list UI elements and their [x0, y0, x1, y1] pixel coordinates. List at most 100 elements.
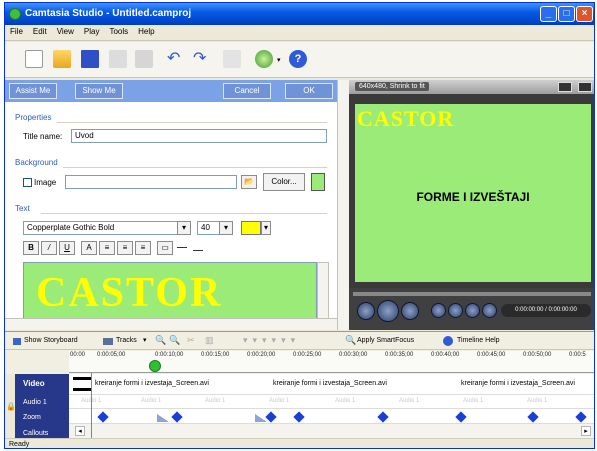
undock-icon[interactable] — [578, 82, 592, 92]
bold-icon[interactable]: B — [23, 241, 39, 255]
font-style-icon[interactable]: A — [81, 241, 97, 255]
produce-icon[interactable] — [135, 50, 153, 68]
zoom-in-icon[interactable]: 🔍 — [155, 335, 166, 346]
undo-icon[interactable]: ↶ — [167, 50, 185, 68]
import-icon[interactable] — [109, 50, 127, 68]
assist-me-button[interactable]: Assist Me — [9, 83, 57, 99]
audio-clip-label[interactable]: Audio 1 — [205, 398, 225, 404]
browse-folder-icon[interactable]: 📂 — [241, 175, 257, 189]
scroll-left-icon[interactable]: ◂ — [75, 426, 85, 436]
menu-help[interactable]: Help — [133, 25, 159, 38]
chevron-down-icon[interactable]: ▾ — [177, 221, 191, 235]
fast-forward-icon[interactable] — [465, 303, 480, 318]
audio-clip-label[interactable]: Audio 1 — [527, 398, 547, 404]
title-text-editor[interactable]: CASTOR — [23, 262, 317, 324]
border-icon[interactable]: ▭ — [157, 241, 173, 255]
rewind-icon[interactable] — [448, 303, 463, 318]
zoom-keyframe[interactable] — [575, 411, 587, 423]
track-label-callouts[interactable]: Callouts — [23, 430, 48, 437]
zoom-keyframe[interactable] — [377, 411, 389, 423]
redo-icon[interactable]: ↷ — [193, 50, 211, 68]
panel-vertical-scrollbar[interactable] — [337, 80, 349, 330]
audio-clip-label[interactable]: Audio 1 — [141, 398, 161, 404]
chevron-down-icon[interactable]: ▾ — [261, 221, 271, 235]
record-icon[interactable] — [255, 50, 273, 68]
panel-horizontal-scrollbar[interactable] — [5, 318, 345, 330]
zoom-keyframe[interactable] — [265, 411, 277, 423]
apply-smartfocus-button[interactable]: Apply SmartFocus — [357, 337, 414, 344]
save-icon[interactable] — [81, 50, 99, 68]
video-clip[interactable]: kreiranje formi i izvestaja_Screen.avi — [461, 380, 575, 387]
resolution-label[interactable]: 640x480, Shrink to fit — [355, 82, 429, 91]
record-button-icon[interactable] — [357, 302, 375, 320]
main-toolbar: ↶ ↷ ▾ ? — [5, 42, 594, 78]
record-dropdown-icon[interactable]: ▾ — [277, 56, 281, 64]
ok-button[interactable]: OK — [285, 83, 333, 99]
show-me-button[interactable]: Show Me — [75, 83, 123, 99]
chevron-down-icon[interactable]: ▾ — [143, 336, 147, 344]
align-center-icon[interactable]: ≡ — [117, 241, 133, 255]
timeline-help-icon — [443, 336, 453, 346]
menu-view[interactable]: View — [52, 25, 79, 38]
image-checkbox[interactable] — [23, 178, 32, 187]
play-icon[interactable] — [377, 300, 399, 322]
help-icon[interactable]: ? — [289, 50, 307, 68]
audio-clip-label[interactable]: Audio 1 — [335, 398, 355, 404]
underline-icon[interactable]: U — [59, 241, 75, 255]
menu-play[interactable]: Play — [79, 25, 105, 38]
tracks-button[interactable]: Tracks — [116, 337, 137, 344]
new-icon[interactable] — [25, 50, 43, 68]
track-label-video[interactable]: Video — [23, 379, 45, 388]
show-storyboard-button[interactable]: Show Storyboard — [24, 337, 78, 344]
font-color-swatch[interactable] — [241, 221, 261, 235]
zoom-keyframe[interactable] — [97, 411, 109, 423]
fullscreen-icon[interactable] — [558, 82, 572, 92]
cut-icon[interactable] — [223, 50, 241, 68]
background-color-swatch[interactable] — [311, 173, 325, 191]
zoom-keyframe[interactable] — [527, 411, 539, 423]
previous-clip-icon[interactable] — [431, 303, 446, 318]
audio-clip-label[interactable]: Audio 1 — [399, 398, 419, 404]
edit-tools-icons[interactable]: ▾▾▾▾▾▾ — [243, 335, 300, 346]
next-clip-icon[interactable] — [482, 303, 497, 318]
zoom-out-icon[interactable]: 🔍 — [169, 335, 180, 346]
scroll-right-icon[interactable]: ▸ — [581, 426, 591, 436]
audio-clip-label[interactable]: Audio 1 — [463, 398, 483, 404]
video-clip[interactable]: kreiranje formi i izvestaja_Screen.avi — [95, 380, 209, 387]
video-clip[interactable]: kreiranje formi i izvestaja_Screen.avi — [273, 380, 387, 387]
track-label-audio[interactable]: Audio 1 — [23, 399, 47, 406]
menu-tools[interactable]: Tools — [104, 25, 133, 38]
close-button[interactable]: × — [576, 6, 593, 22]
italic-icon[interactable]: / — [41, 241, 57, 255]
line-icon[interactable] — [177, 247, 187, 248]
maximize-button[interactable]: □ — [558, 6, 575, 22]
timeline-ruler[interactable]: 00:00 0:00:05;00 0:00:10;00 0:00:15;00 0… — [69, 351, 594, 373]
playhead-handle[interactable] — [149, 360, 161, 372]
title-name-input[interactable]: Uvod — [71, 129, 327, 143]
line-icon[interactable] — [193, 250, 203, 251]
align-left-icon[interactable]: ≡ — [99, 241, 115, 255]
minimize-button[interactable]: _ — [540, 6, 557, 22]
image-path-input[interactable] — [65, 175, 237, 189]
font-select[interactable]: Copperplate Gothic Bold — [23, 221, 191, 235]
open-folder-icon[interactable] — [53, 50, 71, 68]
split-icon[interactable]: ▥ — [205, 335, 214, 346]
editor-scrollbar[interactable] — [317, 262, 329, 324]
align-right-icon[interactable]: ≡ — [135, 241, 151, 255]
cancel-button[interactable]: Cancel — [223, 83, 271, 99]
color-button[interactable]: Color... — [263, 173, 305, 191]
zoom-keyframe[interactable] — [171, 411, 183, 423]
title-clip-thumbnail[interactable] — [73, 377, 91, 391]
chevron-down-icon[interactable]: ▾ — [219, 221, 233, 235]
preview-canvas: CASTOR FORME I IZVEŠTAJI — [355, 104, 591, 282]
zoom-keyframe[interactable] — [293, 411, 305, 423]
playback-seek-bar[interactable] — [353, 292, 591, 296]
stop-icon[interactable] — [401, 302, 419, 320]
cut-selection-icon[interactable]: ✂ — [187, 335, 195, 346]
menu-file[interactable]: File — [5, 25, 28, 38]
track-label-zoom[interactable]: Zoom — [23, 414, 41, 421]
menu-edit[interactable]: Edit — [28, 25, 52, 38]
timeline-help-button[interactable]: Timeline Help — [457, 337, 500, 344]
zoom-keyframe[interactable] — [455, 411, 467, 423]
audio-clip-label[interactable]: Audio 1 — [269, 398, 289, 404]
